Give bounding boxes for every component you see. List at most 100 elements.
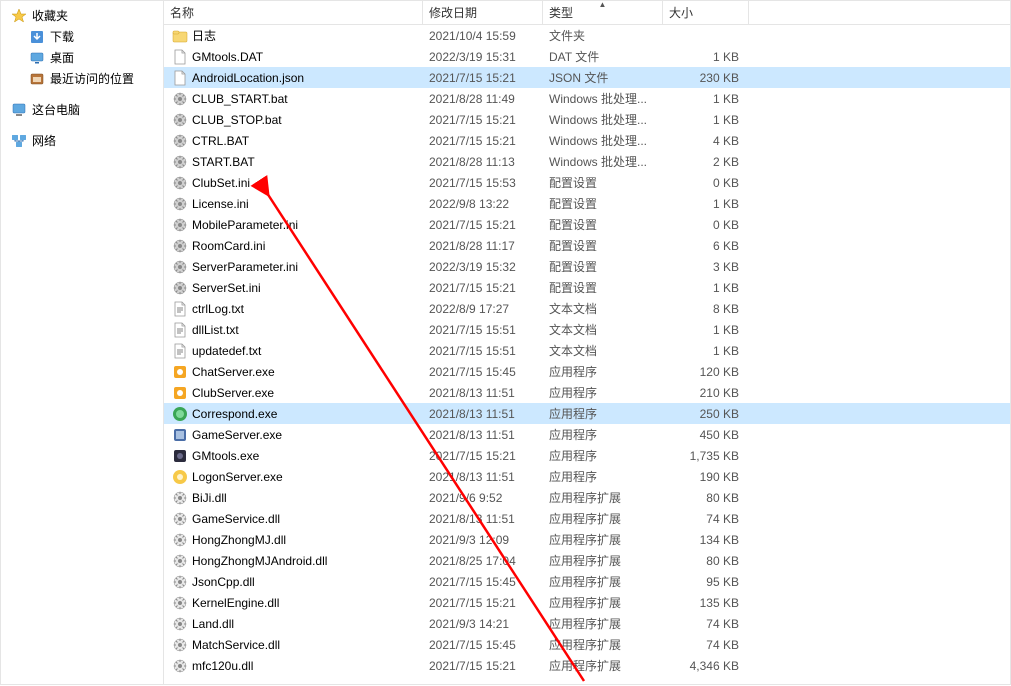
file-row[interactable]: JsonCpp.dll2021/7/15 15:45应用程序扩展95 KB [164, 571, 1010, 592]
file-type: 文件夹 [543, 27, 663, 44]
exe-blue-icon [172, 427, 188, 443]
file-name: JsonCpp.dll [192, 575, 255, 589]
file-size: 80 KB [663, 554, 749, 568]
file-type: 应用程序扩展 [543, 657, 663, 674]
file-type: 文本文档 [543, 321, 663, 338]
file-date: 2021/7/15 15:21 [423, 134, 543, 148]
file-name: Correspond.exe [192, 407, 277, 421]
file-row[interactable]: GameService.dll2021/8/13 11:51应用程序扩展74 K… [164, 508, 1010, 529]
file-row[interactable]: 日志2021/10/4 15:59文件夹 [164, 25, 1010, 46]
file-row[interactable]: HongZhongMJAndroid.dll2021/8/25 17:04应用程… [164, 550, 1010, 571]
file-type: 配置设置 [543, 195, 663, 212]
file-type: Windows 批处理... [543, 132, 663, 149]
file-name: ServerParameter.ini [192, 260, 298, 274]
file-date: 2022/3/19 15:32 [423, 260, 543, 274]
file-row[interactable]: mfc120u.dll2021/7/15 15:21应用程序扩展4,346 KB [164, 655, 1010, 676]
file-date: 2021/7/15 15:21 [423, 113, 543, 127]
file-row[interactable]: ClubServer.exe2021/8/13 11:51应用程序210 KB [164, 382, 1010, 403]
file-name: dllList.txt [192, 323, 239, 337]
sidebar-network[interactable]: 网络 [1, 130, 163, 151]
exe-dark-icon [172, 448, 188, 464]
file-type: Windows 批处理... [543, 90, 663, 107]
file-size: 1 KB [663, 344, 749, 358]
file-row[interactable]: Land.dll2021/9/3 14:21应用程序扩展74 KB [164, 613, 1010, 634]
column-header-size[interactable]: 大小 [663, 1, 749, 24]
file-type: DAT 文件 [543, 48, 663, 65]
file-size: 1 KB [663, 92, 749, 106]
file-name: BiJi.dll [192, 491, 227, 505]
file-name: CLUB_START.bat [192, 92, 288, 106]
file-row[interactable]: GMtools.DAT2022/3/19 15:31DAT 文件1 KB [164, 46, 1010, 67]
file-row[interactable]: MatchService.dll2021/7/15 15:45应用程序扩展74 … [164, 634, 1010, 655]
recent-label: 最近访问的位置 [50, 70, 134, 87]
file-row[interactable]: START.BAT2021/8/28 11:13Windows 批处理...2 … [164, 151, 1010, 172]
ini-icon [172, 175, 188, 191]
file-type: 应用程序 [543, 468, 663, 485]
file-row[interactable]: dllList.txt2021/7/15 15:51文本文档1 KB [164, 319, 1010, 340]
desktop-icon [29, 50, 45, 66]
file-row[interactable]: License.ini2022/9/8 13:22配置设置1 KB [164, 193, 1010, 214]
exe-orange-icon [172, 385, 188, 401]
column-header-date[interactable]: 修改日期 [423, 1, 543, 24]
file-row[interactable]: Correspond.exe2021/8/13 11:51应用程序250 KB [164, 403, 1010, 424]
sidebar-item-recent[interactable]: 最近访问的位置 [1, 68, 163, 89]
file-row[interactable]: LogonServer.exe2021/8/13 11:51应用程序190 KB [164, 466, 1010, 487]
sidebar-favorites[interactable]: 收藏夹 [1, 5, 163, 26]
column-header-type[interactable]: 类型 ▲ [543, 1, 663, 24]
column-header-name[interactable]: 名称 [164, 1, 423, 24]
file-row[interactable]: BiJi.dll2021/9/6 9:52应用程序扩展80 KB [164, 487, 1010, 508]
sidebar-item-desktop[interactable]: 桌面 [1, 47, 163, 68]
file-row[interactable]: GameServer.exe2021/8/13 11:51应用程序450 KB [164, 424, 1010, 445]
file-name: GameServer.exe [192, 428, 282, 442]
file-row[interactable]: HongZhongMJ.dll2021/9/3 12:09应用程序扩展134 K… [164, 529, 1010, 550]
file-date: 2022/3/19 15:31 [423, 50, 543, 64]
file-row[interactable]: RoomCard.ini2021/8/28 11:17配置设置6 KB [164, 235, 1010, 256]
file-row[interactable]: ClubSet.ini2021/7/15 15:53配置设置0 KB [164, 172, 1010, 193]
file-row[interactable]: AndroidLocation.json2021/7/15 15:21JSON … [164, 67, 1010, 88]
file-date: 2021/7/15 15:21 [423, 596, 543, 610]
file-name: CLUB_STOP.bat [192, 113, 282, 127]
recent-icon [29, 71, 45, 87]
file-list[interactable]: 日志2021/10/4 15:59文件夹GMtools.DAT2022/3/19… [164, 25, 1010, 684]
ini-icon [172, 280, 188, 296]
txt-icon [172, 322, 188, 338]
file-type: 应用程序 [543, 363, 663, 380]
dll-icon [172, 574, 188, 590]
column-header-row: 名称 修改日期 类型 ▲ 大小 [164, 1, 1010, 25]
file-name: KernelEngine.dll [192, 596, 279, 610]
file-name: License.ini [192, 197, 249, 211]
file-row[interactable]: KernelEngine.dll2021/7/15 15:21应用程序扩展135… [164, 592, 1010, 613]
file-row[interactable]: CTRL.BAT2021/7/15 15:21Windows 批处理...4 K… [164, 130, 1010, 151]
file-size: 1 KB [663, 197, 749, 211]
sidebar: 收藏夹 下载 桌面 最近访问的位置 这台电脑 [1, 1, 164, 684]
file-row[interactable]: ChatServer.exe2021/7/15 15:45应用程序120 KB [164, 361, 1010, 382]
dll-icon [172, 637, 188, 653]
file-type: 配置设置 [543, 174, 663, 191]
sidebar-item-downloads[interactable]: 下载 [1, 26, 163, 47]
file-name: 日志 [192, 27, 216, 44]
file-row[interactable]: ServerParameter.ini2022/3/19 15:32配置设置3 … [164, 256, 1010, 277]
file-date: 2021/7/15 15:21 [423, 449, 543, 463]
file-date: 2021/8/13 11:51 [423, 428, 543, 442]
file-size: 1 KB [663, 50, 749, 64]
sidebar-thispc[interactable]: 这台电脑 [1, 99, 163, 120]
file-date: 2021/8/28 11:13 [423, 155, 543, 169]
dll-icon [172, 553, 188, 569]
file-row[interactable]: CLUB_STOP.bat2021/7/15 15:21Windows 批处理.… [164, 109, 1010, 130]
file-row[interactable]: updatedef.txt2021/7/15 15:51文本文档1 KB [164, 340, 1010, 361]
file-size: 3 KB [663, 260, 749, 274]
file-row[interactable]: MobileParameter.ini2021/7/15 15:21配置设置0 … [164, 214, 1010, 235]
file-name: CTRL.BAT [192, 134, 249, 148]
bat-icon [172, 133, 188, 149]
file-row[interactable]: ctrlLog.txt2022/8/9 17:27文本文档8 KB [164, 298, 1010, 319]
txt-icon [172, 301, 188, 317]
file-size: 1 KB [663, 281, 749, 295]
file-name: HongZhongMJAndroid.dll [192, 554, 327, 568]
file-name: ctrlLog.txt [192, 302, 244, 316]
ini-icon [172, 259, 188, 275]
file-row[interactable]: ServerSet.ini2021/7/15 15:21配置设置1 KB [164, 277, 1010, 298]
file-row[interactable]: GMtools.exe2021/7/15 15:21应用程序1,735 KB [164, 445, 1010, 466]
file-type: 应用程序扩展 [543, 552, 663, 569]
file-row[interactable]: CLUB_START.bat2021/8/28 11:49Windows 批处理… [164, 88, 1010, 109]
file-name: GameService.dll [192, 512, 280, 526]
